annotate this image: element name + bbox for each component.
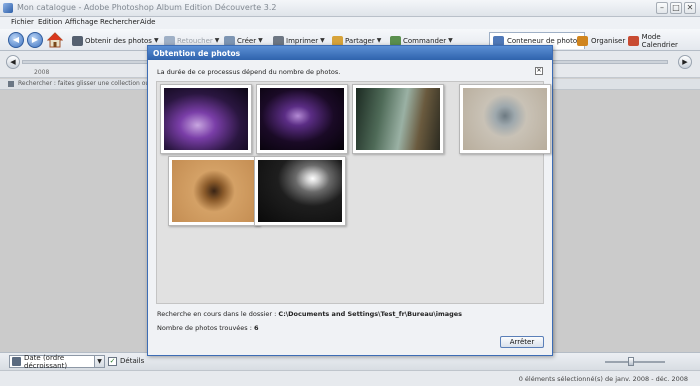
photo-image bbox=[356, 88, 440, 150]
title-bar: Mon catalogue - Adobe Photoshop Album Ed… bbox=[0, 0, 700, 17]
chevron-down-icon[interactable]: ▼ bbox=[94, 356, 104, 367]
tab-calendar[interactable]: Mode Calendrier bbox=[625, 32, 700, 49]
forward-icon[interactable]: ▶ bbox=[27, 32, 43, 48]
get-photos-button[interactable]: Obtenir des photos ▼ bbox=[72, 34, 159, 47]
menu-edition[interactable]: Edition bbox=[38, 18, 62, 26]
timeline-year: 2008 bbox=[34, 69, 50, 76]
back-icon[interactable]: ◀ bbox=[8, 32, 24, 48]
zoom-slider-thumb[interactable] bbox=[628, 357, 634, 366]
menu-bar: Fichier Edition Affichage Rechercher Aid… bbox=[0, 17, 700, 29]
photo-image bbox=[164, 88, 248, 150]
sort-icon bbox=[12, 357, 21, 366]
zoom-slider-track[interactable] bbox=[605, 361, 665, 363]
photo-image bbox=[258, 160, 342, 222]
organize-icon bbox=[577, 35, 588, 46]
photo-count-prefix: Nombre de photos trouvées : bbox=[157, 324, 255, 332]
maximize-button[interactable]: □ bbox=[670, 2, 682, 14]
search-folder-prefix: Recherche en cours dans le dossier : bbox=[157, 310, 279, 318]
minimize-button[interactable]: – bbox=[656, 2, 668, 14]
menu-affichage[interactable]: Affichage bbox=[65, 18, 98, 26]
dialog-search-status: Recherche en cours dans le dossier : C:\… bbox=[157, 310, 462, 318]
photo-thumbnail[interactable] bbox=[254, 156, 346, 226]
menu-rechercher[interactable]: Rechercher bbox=[100, 18, 140, 26]
sort-order-select[interactable]: Date (ordre décroissant) ▼ bbox=[9, 354, 105, 370]
search-icon bbox=[8, 81, 14, 87]
order-icon bbox=[390, 35, 401, 46]
photo-thumbnail[interactable] bbox=[352, 84, 444, 154]
photo-image bbox=[463, 88, 547, 150]
home-icon[interactable] bbox=[47, 32, 63, 48]
status-bar: 0 éléments sélectionné(s) de janv. 2008 … bbox=[0, 370, 700, 386]
photo-thumbnail[interactable] bbox=[459, 84, 551, 154]
found-photos-pane bbox=[156, 81, 551, 304]
photo-image bbox=[172, 160, 256, 222]
window-title: Mon catalogue - Adobe Photoshop Album Ed… bbox=[17, 3, 277, 12]
photo-thumbnail[interactable] bbox=[168, 156, 260, 226]
stop-button[interactable]: Arrêter bbox=[500, 336, 544, 348]
window-controls: – □ ✕ bbox=[656, 2, 696, 14]
photo-thumbnail[interactable] bbox=[256, 84, 348, 154]
details-label: Détails bbox=[120, 357, 145, 365]
menu-aide[interactable]: Aide bbox=[140, 18, 155, 26]
camera-icon bbox=[72, 35, 83, 46]
tab-organize[interactable]: Organiser bbox=[574, 32, 628, 49]
menu-fichier[interactable]: Fichier bbox=[11, 18, 34, 26]
status-text: 0 éléments sélectionné(s) de janv. 2008 … bbox=[518, 375, 688, 383]
photo-count-value: 6 bbox=[254, 324, 259, 332]
app-icon bbox=[3, 3, 13, 13]
timeline-right-icon[interactable]: ▶ bbox=[678, 55, 692, 69]
close-button[interactable]: ✕ bbox=[684, 2, 696, 14]
dialog-title: Obtention de photos bbox=[148, 46, 552, 60]
share-icon bbox=[332, 35, 343, 46]
dialog-photo-count: Nombre de photos trouvées : 6 bbox=[157, 324, 259, 332]
photo-image bbox=[260, 88, 344, 150]
dialog-close-icon[interactable]: ✕ bbox=[535, 67, 543, 75]
printer-icon bbox=[273, 35, 284, 46]
search-folder-path: C:\Documents and Settings\Test_fr\Bureau… bbox=[278, 310, 463, 318]
photo-thumbnail[interactable] bbox=[160, 84, 252, 154]
dialog-description: La durée de ce processus dépend du nombr… bbox=[157, 68, 341, 76]
create-icon bbox=[224, 35, 235, 46]
calendar-icon bbox=[628, 35, 639, 46]
details-checkbox[interactable]: ✓ bbox=[108, 357, 117, 366]
retouch-icon bbox=[164, 35, 175, 46]
timeline-left-icon[interactable]: ◀ bbox=[6, 55, 20, 69]
get-photos-dialog: Obtention de photos La durée de ce proce… bbox=[147, 45, 553, 356]
